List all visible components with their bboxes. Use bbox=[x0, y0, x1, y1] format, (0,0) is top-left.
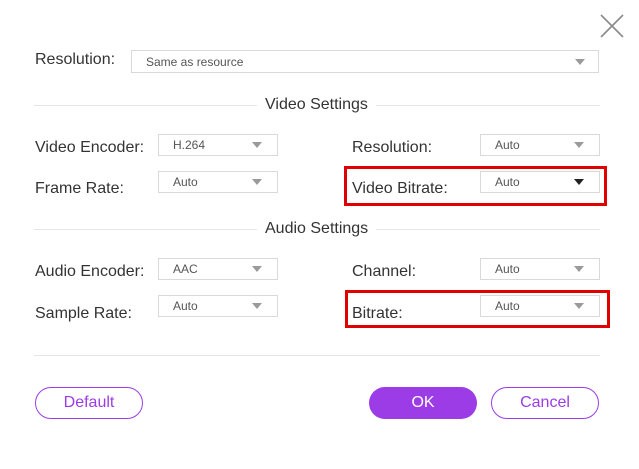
video-resolution-select[interactable]: Auto bbox=[480, 134, 600, 156]
resolution-select-value: Same as resource bbox=[146, 55, 244, 69]
audio-bitrate-select[interactable]: Auto bbox=[480, 295, 600, 317]
video-bitrate-label: Video Bitrate: bbox=[352, 180, 448, 197]
channel-label: Channel: bbox=[352, 263, 417, 280]
chevron-down-icon bbox=[574, 179, 584, 185]
resolution-label: Resolution: bbox=[35, 51, 116, 68]
default-button[interactable]: Default bbox=[35, 387, 143, 419]
chevron-down-icon bbox=[574, 303, 584, 309]
sample-rate-label: Sample Rate: bbox=[35, 305, 132, 322]
video-resolution-label: Resolution: bbox=[352, 139, 433, 156]
video-encoder-select[interactable]: H.264 bbox=[158, 134, 278, 156]
video-encoder-label: Video Encoder: bbox=[35, 139, 145, 156]
video-encoder-value: H.264 bbox=[173, 138, 206, 152]
chevron-down-icon bbox=[574, 266, 584, 272]
frame-rate-select[interactable]: Auto bbox=[158, 171, 278, 193]
chevron-down-icon bbox=[575, 59, 585, 65]
close-button[interactable] bbox=[598, 12, 626, 40]
ok-button[interactable]: OK bbox=[369, 387, 477, 419]
chevron-down-icon bbox=[252, 303, 262, 309]
video-bitrate-value: Auto bbox=[495, 175, 520, 189]
audio-bitrate-label: Bitrate: bbox=[352, 305, 403, 322]
chevron-down-icon bbox=[574, 142, 584, 148]
audio-bitrate-value: Auto bbox=[495, 299, 520, 313]
chevron-down-icon bbox=[252, 142, 262, 148]
sample-rate-value: Auto bbox=[173, 299, 198, 313]
frame-rate-value: Auto bbox=[173, 175, 198, 189]
frame-rate-label: Frame Rate: bbox=[35, 180, 124, 197]
video-settings-title: Video Settings bbox=[257, 96, 376, 114]
chevron-down-icon bbox=[252, 179, 262, 185]
video-bitrate-select[interactable]: Auto bbox=[480, 171, 600, 193]
output-settings-dialog: Resolution: Same as resource Video Setti… bbox=[0, 0, 639, 469]
audio-encoder-select[interactable]: AAC bbox=[158, 258, 278, 280]
close-icon bbox=[600, 14, 624, 38]
chevron-down-icon bbox=[252, 266, 262, 272]
cancel-button[interactable]: Cancel bbox=[491, 387, 599, 419]
video-resolution-value: Auto bbox=[495, 138, 520, 152]
audio-encoder-value: AAC bbox=[173, 262, 198, 276]
footer-divider bbox=[34, 355, 600, 356]
channel-value: Auto bbox=[495, 262, 520, 276]
audio-encoder-label: Audio Encoder: bbox=[35, 263, 145, 280]
audio-settings-title: Audio Settings bbox=[257, 220, 377, 238]
channel-select[interactable]: Auto bbox=[480, 258, 600, 280]
sample-rate-select[interactable]: Auto bbox=[158, 295, 278, 317]
resolution-select[interactable]: Same as resource bbox=[131, 50, 599, 73]
